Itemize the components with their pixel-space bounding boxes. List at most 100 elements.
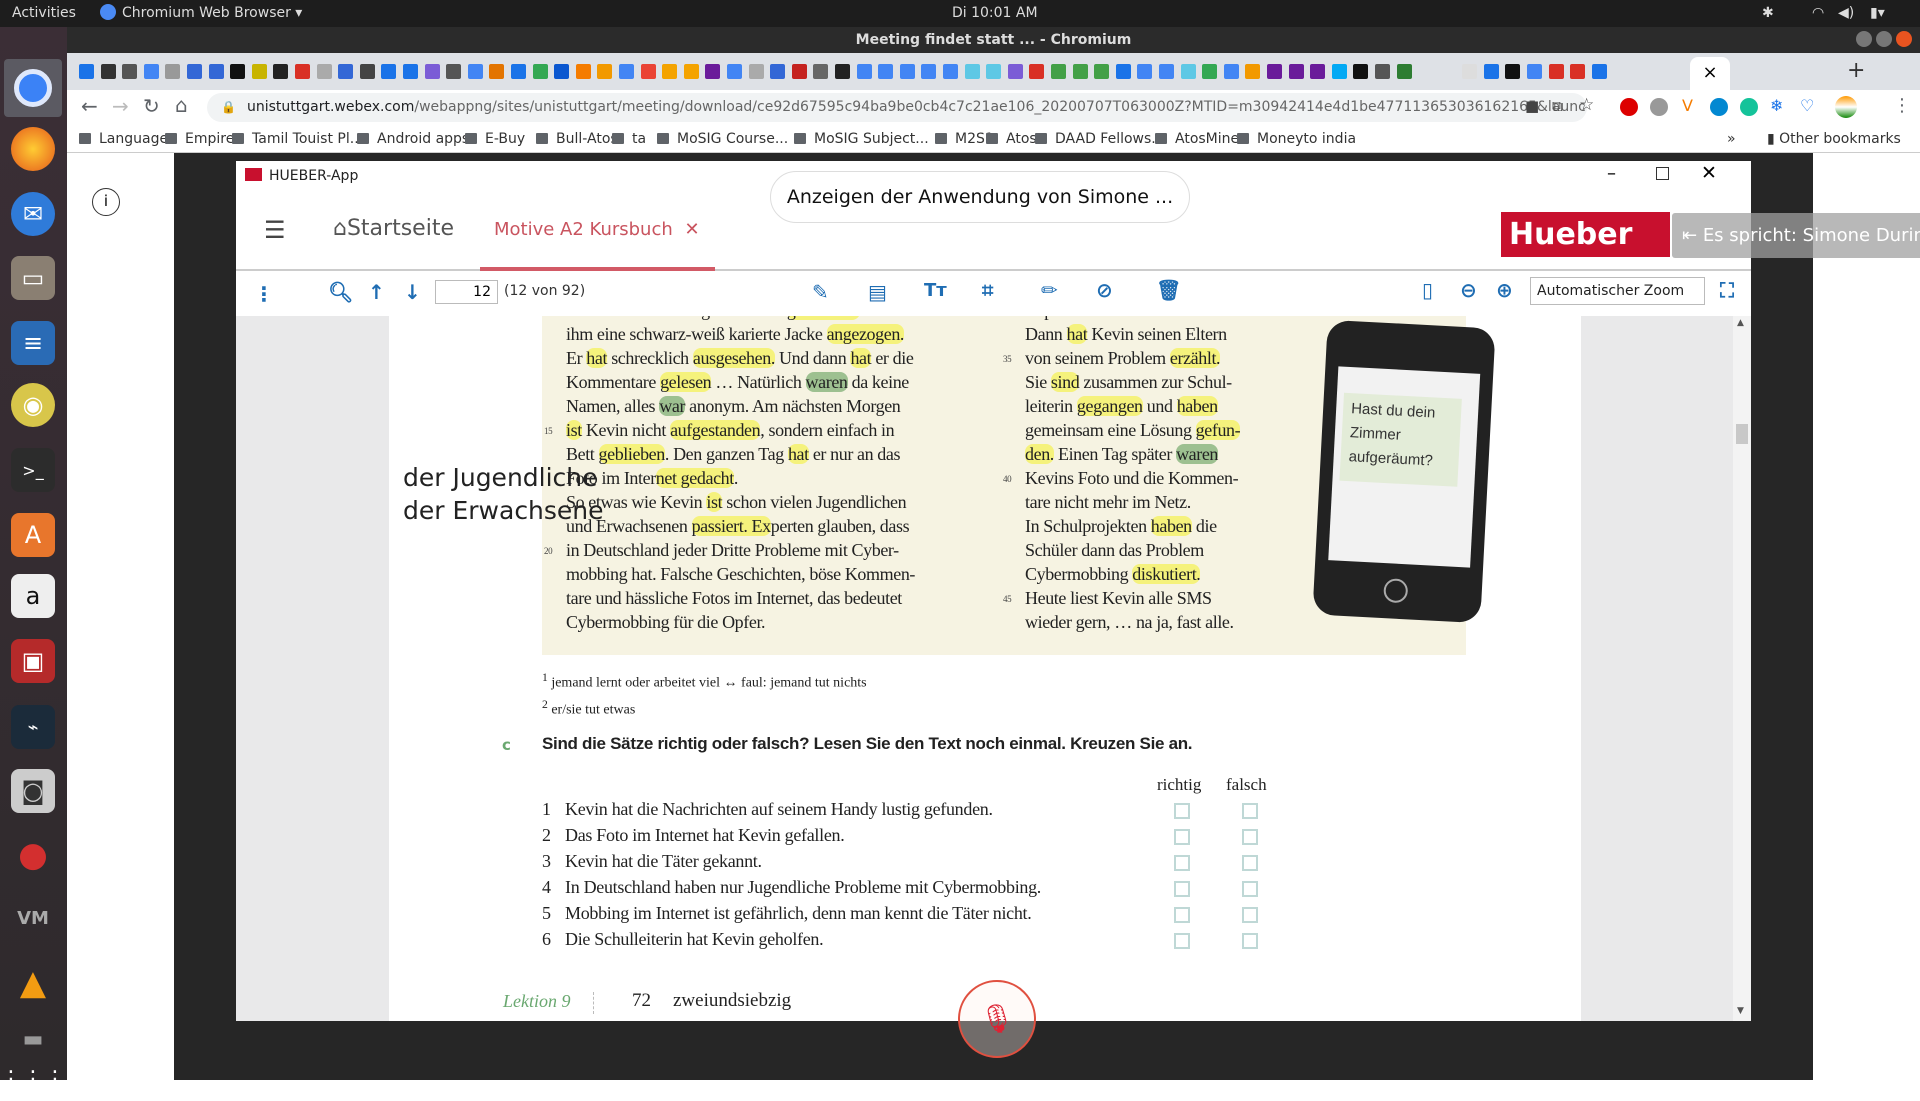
- camera-blocked-icon[interactable]: ■: [1525, 97, 1539, 115]
- tab-favicon[interactable]: [1375, 64, 1390, 79]
- tab-favicon[interactable]: [1245, 64, 1261, 79]
- tab-favicon[interactable]: [727, 64, 742, 79]
- bookmark-item[interactable]: MoSIG Course...: [657, 131, 788, 147]
- tab-favicon[interactable]: [705, 64, 721, 79]
- falsch-checkbox[interactable]: [1242, 933, 1258, 949]
- vlc-icon[interactable]: ▲: [11, 961, 55, 1005]
- system-monitor-icon[interactable]: ⌁: [11, 705, 55, 749]
- vm-icon[interactable]: VM: [11, 896, 55, 940]
- tab-favicon[interactable]: [1223, 64, 1239, 79]
- tab-favicon[interactable]: [1159, 64, 1174, 79]
- translate-icon[interactable]: ⧉: [1552, 97, 1563, 115]
- battery-icon[interactable]: ▮▾: [1870, 5, 1885, 21]
- tab-favicon[interactable]: [1202, 64, 1218, 79]
- tab-favicon[interactable]: [208, 64, 224, 79]
- minimize-button[interactable]: [1856, 31, 1872, 47]
- tab-favicon[interactable]: [575, 64, 591, 79]
- tab-favicon[interactable]: [165, 64, 181, 79]
- home-tab[interactable]: ⌂Startseite: [333, 216, 454, 241]
- falsch-checkbox[interactable]: [1242, 803, 1258, 819]
- app-maximize-button[interactable]: [1656, 167, 1669, 180]
- tab-favicon[interactable]: [1137, 64, 1153, 79]
- tab-favicon[interactable]: [467, 64, 483, 79]
- tab-favicon[interactable]: [1094, 64, 1110, 79]
- tab-favicon[interactable]: [770, 64, 786, 79]
- maximize-button[interactable]: [1876, 31, 1892, 47]
- tab-favicon[interactable]: [597, 64, 613, 79]
- files-icon[interactable]: ▭: [11, 256, 55, 300]
- book-tab-close-icon[interactable]: ✕: [685, 219, 700, 240]
- bookmark-item[interactable]: Empire: [165, 131, 234, 147]
- extension-icon[interactable]: [1710, 98, 1728, 116]
- address-bar[interactable]: 🔒 unistuttgart.webex.com/webappng/sites/…: [207, 93, 1587, 122]
- tab-favicon[interactable]: [986, 64, 1002, 79]
- tab-favicon[interactable]: [489, 64, 505, 79]
- forward-icon[interactable]: →: [112, 94, 129, 118]
- bookmark-item[interactable]: Language: [79, 131, 168, 147]
- tab-favicon[interactable]: [338, 64, 354, 79]
- comment-icon[interactable]: ▤: [868, 280, 887, 304]
- tab-favicon[interactable]: [532, 64, 548, 79]
- tab-favicon[interactable]: [1505, 64, 1521, 79]
- scrollbar-thumb[interactable]: [1736, 424, 1748, 444]
- bookmark-item[interactable]: Moneyto india: [1237, 131, 1356, 147]
- zoom-out-icon[interactable]: ⊖: [1460, 278, 1477, 302]
- tab-favicon[interactable]: [359, 64, 375, 79]
- tab-close-icon[interactable]: ×: [1702, 62, 1717, 83]
- tab-favicon[interactable]: [943, 64, 958, 79]
- richtig-checkbox[interactable]: [1174, 907, 1190, 923]
- tab-favicon[interactable]: [878, 64, 894, 79]
- tab-favicon[interactable]: [1570, 64, 1586, 79]
- profile-avatar[interactable]: [1835, 96, 1857, 118]
- tab-favicon[interactable]: [748, 64, 764, 79]
- tab-favicon[interactable]: [1331, 64, 1347, 79]
- tab-favicon[interactable]: [1527, 64, 1542, 79]
- rhythmbox-icon[interactable]: ◉: [11, 383, 55, 427]
- richtig-checkbox[interactable]: [1174, 855, 1190, 871]
- richtig-checkbox[interactable]: [1174, 933, 1190, 949]
- tab-favicon[interactable]: [1029, 64, 1045, 79]
- app-menu[interactable]: Chromium Web Browser ▾: [122, 5, 302, 21]
- tab-favicon[interactable]: [1396, 64, 1412, 79]
- tab-favicon[interactable]: [619, 64, 634, 79]
- tab-favicon[interactable]: [1310, 64, 1326, 79]
- writer-icon[interactable]: ≡: [11, 321, 55, 365]
- previous-page-icon[interactable]: ↑: [368, 280, 385, 304]
- zoom-in-icon[interactable]: ⊕: [1496, 278, 1513, 302]
- mute-microphone-button[interactable]: 🎙︎: [958, 980, 1036, 1058]
- falsch-checkbox[interactable]: [1242, 855, 1258, 871]
- tab-favicon[interactable]: [273, 64, 289, 79]
- tab-favicon[interactable]: [230, 64, 246, 79]
- tab-favicon[interactable]: [899, 64, 915, 79]
- tab-favicon[interactable]: [921, 64, 937, 79]
- bookmark-star-icon[interactable]: ☆: [1579, 95, 1594, 115]
- home-icon[interactable]: ⌂: [175, 93, 188, 117]
- tab-favicon[interactable]: [1267, 64, 1282, 79]
- tab-favicon[interactable]: [662, 64, 678, 79]
- tab-favicon[interactable]: [835, 64, 850, 79]
- camera-icon[interactable]: ◙: [11, 769, 55, 813]
- bookmark-item[interactable]: E-Buy: [465, 131, 525, 147]
- extension-icon[interactable]: V: [1682, 96, 1693, 115]
- tab-favicon[interactable]: [1591, 64, 1607, 79]
- tab-favicon[interactable]: [1007, 64, 1023, 79]
- tab-favicon[interactable]: [100, 64, 116, 79]
- extension-icon[interactable]: ❄: [1770, 96, 1783, 115]
- bookmark-item[interactable]: MoSIG Subject...: [794, 131, 929, 147]
- new-tab-button[interactable]: +: [1847, 58, 1865, 83]
- tab-favicon[interactable]: [554, 64, 570, 79]
- wifi-icon[interactable]: ◠: [1812, 5, 1824, 21]
- richtig-checkbox[interactable]: [1174, 881, 1190, 897]
- tab-favicon[interactable]: [1180, 64, 1196, 79]
- hide-annotations-icon[interactable]: ⊘: [1096, 278, 1113, 302]
- bookmark-item[interactable]: Android apps: [357, 131, 469, 147]
- tab-favicon[interactable]: [1483, 64, 1499, 79]
- amazon-icon[interactable]: a: [11, 574, 55, 618]
- tab-favicon[interactable]: [381, 64, 397, 79]
- tab-favicon[interactable]: [856, 64, 872, 79]
- zoom-select[interactable]: Automatischer Zoom: [1530, 277, 1705, 305]
- chromium-launcher-icon[interactable]: [4, 59, 62, 117]
- next-page-icon[interactable]: ↓: [404, 280, 421, 304]
- bookmark-item[interactable]: Atos: [986, 131, 1037, 147]
- delete-icon[interactable]: 🗑︎: [1156, 278, 1181, 302]
